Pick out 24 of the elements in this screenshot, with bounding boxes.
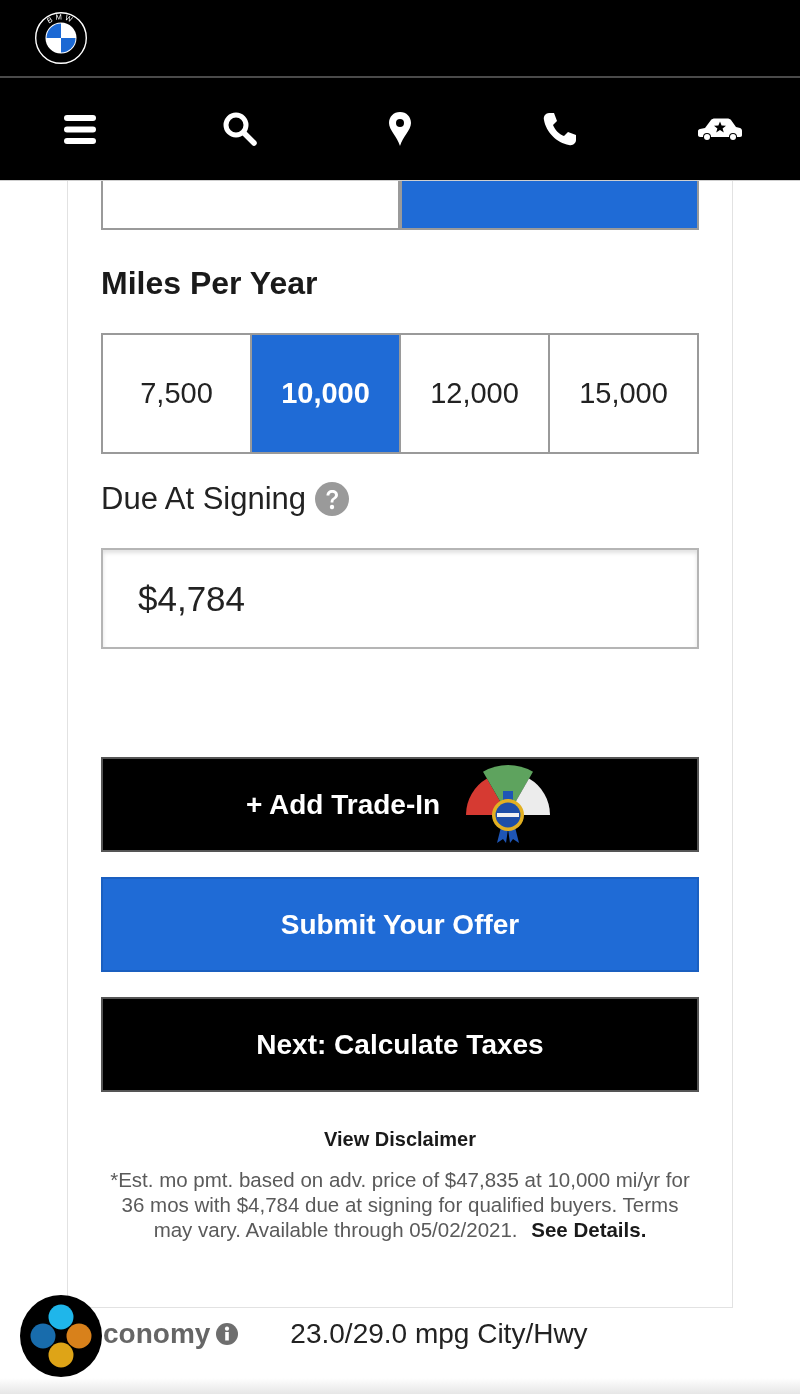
mileage-option[interactable]: 10,000 (250, 333, 399, 454)
term-option[interactable] (101, 181, 400, 230)
calculate-taxes-button[interactable]: Next: Calculate Taxes (101, 997, 699, 1092)
disclaimer-text: *Est. mo pmt. based on adv. price of $47,835 at 10,000 mi/yr for 36 mos with $4,784 due at signing for qualified buyers. Terms may vary. Available through 05/02/2021. See Details. (109, 1167, 691, 1242)
car-star-icon[interactable] (698, 117, 742, 141)
spec-label: conomy (103, 1317, 211, 1351)
search-icon[interactable] (223, 112, 257, 146)
see-details-link[interactable]: See Details. (531, 1218, 647, 1241)
location-pin-icon[interactable] (389, 112, 411, 146)
due-at-signing-input[interactable]: $4,784 (101, 548, 699, 649)
view-disclaimer-link[interactable]: View Disclaimer (324, 1126, 476, 1152)
mileage-option[interactable]: 7,500 (101, 333, 250, 454)
phone-icon[interactable] (543, 112, 577, 146)
spec-value: 23.0/29.0 mpg City/Hwy (290, 1317, 588, 1351)
add-trade-in-button[interactable]: + Add Trade-In (101, 757, 699, 852)
due-at-signing-label: Due At Signing (101, 480, 307, 518)
mileage-option[interactable]: 15,000 (548, 333, 699, 454)
submit-offer-button[interactable]: Submit Your Offer (101, 877, 699, 972)
chat-widget-icon[interactable] (20, 1295, 102, 1377)
mileage-option[interactable]: 12,000 (399, 333, 548, 454)
miles-per-year-heading: Miles Per Year (101, 264, 318, 303)
info-icon[interactable] (216, 1323, 239, 1345)
menu-icon[interactable] (64, 114, 96, 144)
help-icon[interactable] (315, 482, 350, 516)
